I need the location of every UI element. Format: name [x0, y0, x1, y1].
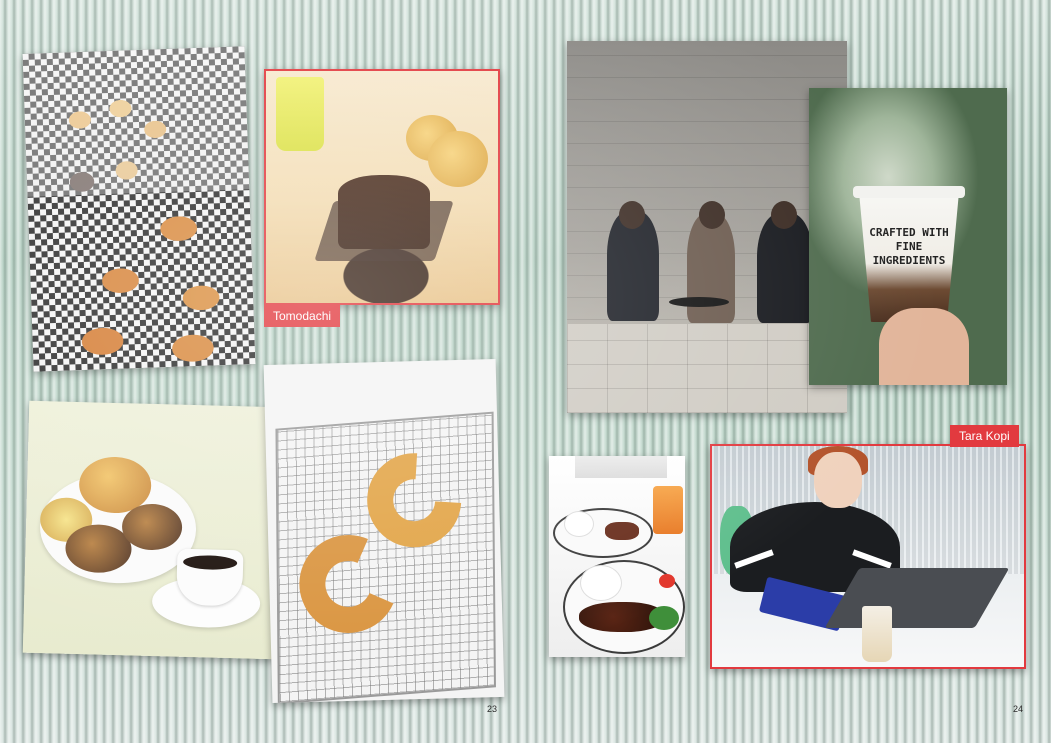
tape-strip: [575, 456, 667, 478]
orange-drink: [653, 486, 683, 534]
salad-greens: [649, 606, 679, 630]
hand: [879, 308, 969, 385]
photo-woman-laptop: [710, 444, 1026, 669]
photo-chocolate-cake: [264, 69, 500, 305]
label-tara-kopi: Tara Kopi: [950, 425, 1019, 447]
person-head: [771, 201, 797, 229]
cup-print-line2: FINE INGREDIENTS: [872, 240, 946, 267]
person-head: [619, 201, 645, 229]
chocolate-cake: [338, 175, 430, 249]
tiled-floor: [567, 323, 847, 413]
rice: [581, 566, 621, 600]
photo-three-friends-cafe: [567, 41, 847, 413]
magazine-spread: Tomodachi CRAFTED WITH FINE INGREDIENTS: [0, 0, 1051, 743]
cup-print-line1: CRAFTED WITH: [869, 226, 949, 239]
rice: [565, 512, 593, 536]
tomato-slice: [659, 574, 675, 588]
page-number-right: 24: [1013, 704, 1024, 714]
yellow-drink: [276, 77, 324, 151]
person-head: [699, 201, 725, 229]
photo-packaged-pastries: [22, 46, 256, 372]
photo-rice-dishes: [549, 456, 685, 657]
cafe-table: [669, 297, 729, 307]
photo-crescent-bread-rack: [263, 359, 505, 703]
page-number-left: 23: [487, 704, 498, 714]
person-right: [757, 213, 813, 323]
woman-face: [814, 452, 862, 508]
iced-coffee: [862, 606, 892, 662]
photo-pastries-and-coffee: [22, 400, 282, 660]
cream-puff: [428, 131, 488, 187]
photo-coffee-cup: CRAFTED WITH FINE INGREDIENTS: [809, 88, 1007, 385]
cup-lid: [853, 186, 965, 198]
pastry-tray: [22, 46, 250, 197]
side-dish: [605, 522, 639, 540]
cup-print: CRAFTED WITH FINE INGREDIENTS: [867, 226, 951, 268]
label-tomodachi: Tomodachi: [264, 305, 341, 327]
